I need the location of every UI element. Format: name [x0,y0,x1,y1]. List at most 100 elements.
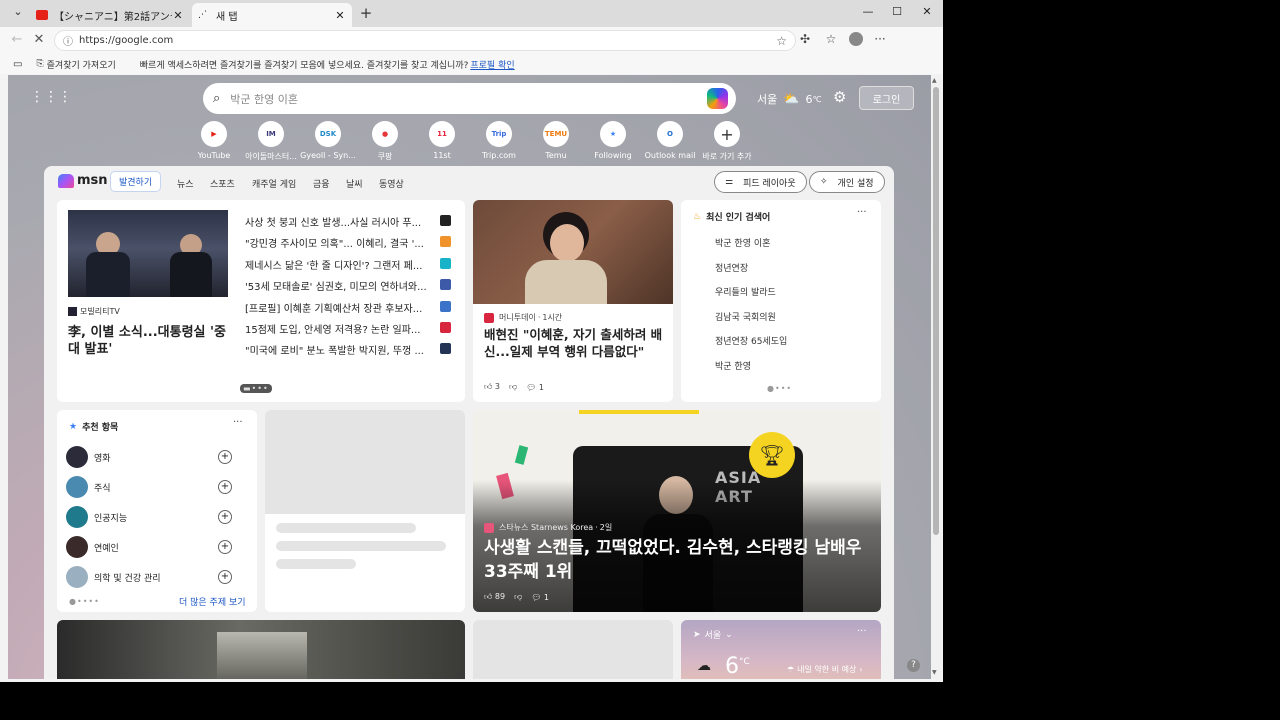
trending-item[interactable]: 정년연장 65세도입 [715,334,787,347]
login-button[interactable]: 로그인 [859,86,914,110]
nav-news[interactable]: 뉴스 [177,177,194,190]
window-close-button[interactable]: ✕ [917,5,937,21]
headline-link[interactable]: 15점제 도입, 안세영 저격용? 논란 일파... [245,321,441,336]
thumbs-up-icon[interactable]: 👍︎ 89 [484,592,505,602]
quick-link-label: Temu [545,151,567,160]
plus-icon[interactable]: + [218,540,232,554]
carousel-dots[interactable]: ▬••• [240,384,272,393]
comment-icon[interactable]: 💬︎ 1 [531,593,549,602]
topic-item[interactable]: 인공지능 + [66,504,242,530]
trending-item[interactable]: 우리들의 발라드 [715,285,776,298]
search-input[interactable]: 박군 한영 이혼 [230,91,298,107]
stop-loading-button[interactable]: ✕ [30,32,48,50]
partly-cloudy-icon: ⛅ [783,91,800,107]
nav-video[interactable]: 동영상 [379,177,404,190]
quick-link[interactable]: 11 11st [413,121,471,160]
nav-finance[interactable]: 금융 [313,177,330,190]
headline-link[interactable]: "미국에 로비" 분노 폭발한 박지원, 뚜껑 ... [245,342,441,357]
topic-item[interactable]: 영화 + [66,444,242,470]
video-story-card[interactable] [57,620,465,679]
back-button[interactable]: ← [8,32,26,50]
topic-item[interactable]: 의학 및 건강 관리 + [66,564,242,590]
thumbs-down-icon[interactable]: 👎︎ [514,592,522,602]
quick-link[interactable]: + 바로 가기 추가 [698,121,756,162]
quick-link[interactable]: TEMU Temu [527,121,585,160]
plus-icon[interactable]: + [218,570,232,584]
featured-story-card[interactable]: ASIA ART 🏆︎ 스타뉴스 Starnews Korea · 2일 사생활… [473,410,881,612]
check-profile-link[interactable]: 프로필 확인 [470,58,514,71]
topic-image [66,536,88,558]
tab-actions-icon[interactable]: ⌄ [8,5,28,23]
more-menu-icon[interactable]: ··· [871,32,889,50]
quick-link[interactable]: ● 쿠팡 [356,121,414,162]
import-favorites-link[interactable]: 즐겨찾기 가져오기 [47,58,116,71]
extensions-icon[interactable]: ✣ [796,32,814,50]
story-image[interactable] [68,210,228,297]
address-bar[interactable]: ⓘ https://google.com ☆ [54,30,796,51]
quick-link[interactable]: IM 아이돌마스터... [242,121,300,162]
tab-new-tab[interactable]: ⋰ 새 탭 ✕ [192,3,352,27]
msn-logo[interactable]: msn [58,173,108,188]
page-scrollbar[interactable]: ▲ ▼ [931,75,941,679]
plus-icon[interactable]: + [218,510,232,524]
trending-item[interactable]: 박군 한영 이혼 [715,236,770,249]
carousel-dots[interactable]: ●•••• [69,597,100,606]
plus-icon[interactable]: + [218,480,232,494]
profile-avatar[interactable] [849,32,863,46]
quick-link[interactable]: Trip Trip.com [470,121,528,160]
thumbs-down-icon[interactable]: 👎︎ [509,382,517,392]
comment-icon[interactable]: 💬︎ 1 [526,383,544,392]
feed-layout-button[interactable]: ⚌ 피드 레이아웃 [714,171,807,193]
more-options-icon[interactable]: ··· [233,417,243,428]
thumbs-up-icon[interactable]: 👍︎ 3 [484,382,500,392]
quick-link-icon: ▶ [201,121,227,147]
new-tab-button[interactable]: + [357,4,375,22]
scroll-down-icon[interactable]: ▼ [932,669,937,676]
weather-widget[interactable]: 서울 ⛅ 6 ℃ [757,91,821,107]
headline-link[interactable]: 사상 첫 붕괴 신호 발생...사실 러시아 푸... [245,214,441,229]
trending-item[interactable]: 김남국 국회의원 [715,310,776,323]
news-card[interactable]: 머니투데이 · 1시간 배현진 "이혜훈, 자기 출세하려 배신...일제 부역… [473,200,673,402]
topic-item[interactable]: 주식 + [66,474,242,500]
quick-link[interactable]: ▶ YouTube [185,121,243,160]
search-box[interactable]: ⌕ 박군 한영 이혼 [203,83,736,114]
more-options-icon[interactable]: ··· [857,626,867,637]
weather-card[interactable]: ➤ 서울 ⌄ ··· ☁ 6 °C ☂ 내일 약한 비 예상 › [681,620,881,679]
quick-link[interactable]: ★ Following [584,121,642,160]
nav-weather[interactable]: 날씨 [346,177,363,190]
favorites-icon[interactable]: ☆ [822,32,840,50]
scrollbar-thumb[interactable] [933,87,939,535]
plus-icon[interactable]: + [218,450,232,464]
close-icon[interactable]: ✕ [334,9,346,22]
favorite-star-icon[interactable]: ☆ [776,34,787,48]
minimize-button[interactable]: — [858,5,878,21]
more-options-icon[interactable]: ··· [857,207,867,218]
quick-link[interactable]: DSK Gyeoll - Syn... [299,121,357,160]
maximize-button[interactable]: ☐ [887,5,907,21]
nav-casual-games[interactable]: 캐주얼 게임 [252,177,296,190]
headline-link[interactable]: 제네시스 닮은 '한 줄 디자인'? 그랜저 페... [245,257,441,272]
apps-grid-icon[interactable]: ⋮⋮⋮ [30,89,72,105]
topic-item[interactable]: 연예인 + [66,534,242,560]
carousel-dots[interactable]: ●••• [767,384,792,393]
help-icon[interactable]: ? [907,659,920,672]
quick-link[interactable]: O Outlook mail [641,121,699,160]
headline-link[interactable]: '53세 모태솔로' 심권호, 미모의 연하녀와... [245,278,441,293]
copilot-icon[interactable] [707,88,728,109]
nav-sports[interactable]: 스포츠 [210,177,235,190]
nav-discover[interactable]: 발견하기 [110,171,162,192]
scroll-up-icon[interactable]: ▲ [932,77,937,84]
headline-link[interactable]: "강민경 주사이모 의혹"... 이혜리, 결국 '... [245,235,441,250]
more-topics-link[interactable]: 더 많은 주제 보기 [179,595,246,608]
trending-item[interactable]: 박군 한영 [715,359,751,372]
gear-icon[interactable]: ⚙ [833,88,846,106]
headline-link[interactable]: [프로필] 이혜훈 기획예산처 장관 후보자... [245,300,441,315]
favorites-menu-icon[interactable]: ▭ [13,59,22,70]
trending-item[interactable]: 정년연장 [715,261,748,274]
close-icon[interactable]: ✕ [172,9,184,22]
personalize-button[interactable]: ✧ 개인 설정 [809,171,885,193]
chevron-down-icon[interactable]: ⌄ [725,630,733,640]
forecast-link[interactable]: ☂ 내일 약한 비 예상 › [787,664,863,675]
tab-shanimani[interactable]: 【シャニアニ】第2話アンティーカ"パペ ✕ [30,3,190,27]
story-title[interactable]: 李, 이별 소식...대통령실 '중대 발표' [68,324,228,358]
